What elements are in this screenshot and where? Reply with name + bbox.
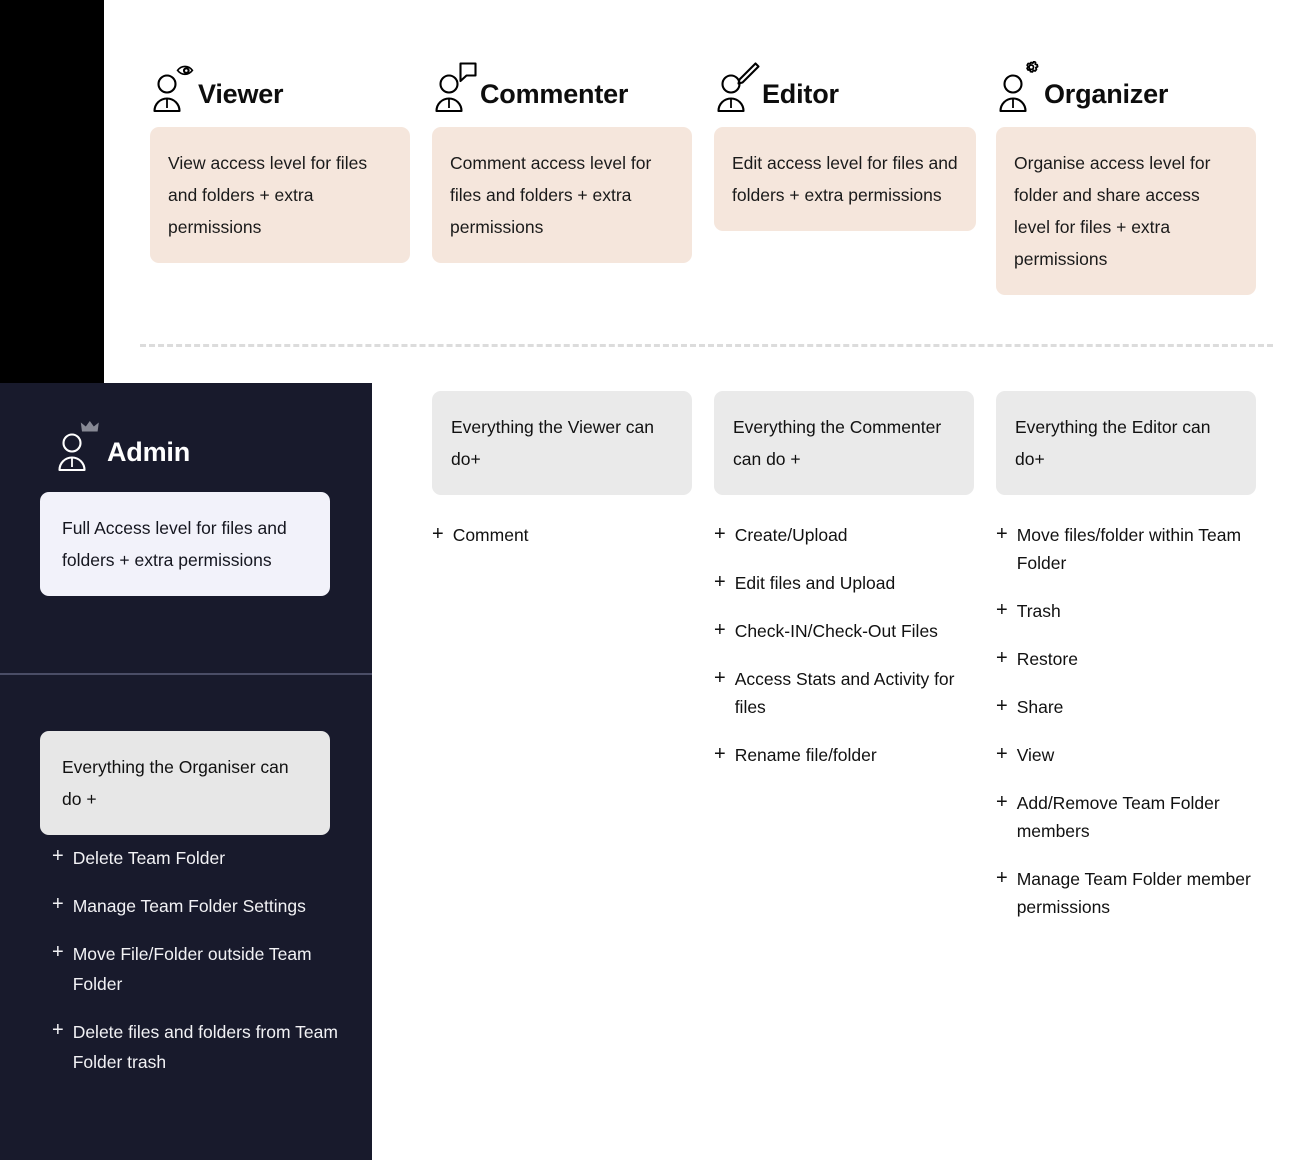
role-title: Organizer: [1044, 79, 1169, 109]
plus-icon: +: [996, 867, 1008, 889]
role-column-commenter: Commenter Comment access level for files…: [432, 55, 692, 263]
role-column-viewer: Viewer View access level for files and f…: [150, 55, 410, 263]
permission-item: + Manage Team Folder member permissions: [996, 865, 1256, 921]
plus-icon: +: [52, 845, 64, 867]
permission-item: + Move File/Folder outside Team Folder: [52, 939, 362, 999]
role-header-organizer: Organizer: [996, 55, 1256, 113]
person-crown-icon: [55, 420, 101, 472]
admin-header: Admin: [55, 416, 190, 472]
admin-section-divider: [0, 673, 372, 675]
permission-label: Access Stats and Activity for files: [734, 669, 955, 717]
permission-item: + Access Stats and Activity for files: [714, 665, 974, 721]
permission-item: + Delete Team Folder: [52, 843, 362, 873]
role-title: Editor: [762, 79, 839, 109]
permission-item: + Trash: [996, 597, 1256, 625]
plus-icon: +: [52, 893, 64, 915]
role-description: Organise access level for folder and sha…: [996, 127, 1256, 295]
admin-title: Admin: [107, 437, 190, 467]
permission-item: + Manage Team Folder Settings: [52, 891, 362, 921]
permission-label: Trash: [1016, 601, 1061, 621]
permission-label: Edit files and Upload: [734, 573, 896, 593]
person-eye-icon: [150, 61, 196, 113]
admin-description: Full Access level for files and folders …: [40, 492, 330, 596]
plus-icon: +: [996, 647, 1008, 669]
permission-column-editor: Everything the Commenter can do + + Crea…: [714, 391, 974, 789]
plus-icon: +: [996, 599, 1008, 621]
permission-column-commenter: Everything the Viewer can do+ + Comment: [432, 391, 692, 569]
plus-icon: +: [714, 619, 726, 641]
person-gear-icon: [996, 60, 1042, 113]
permission-label: Comment: [452, 525, 529, 545]
role-title: Viewer: [198, 79, 284, 109]
role-header-editor: Editor: [714, 55, 976, 113]
permission-list: + Comment: [432, 521, 692, 549]
role-title: Commenter: [480, 79, 629, 109]
plus-icon: +: [714, 743, 726, 765]
plus-icon: +: [714, 571, 726, 593]
person-comment-icon: [432, 61, 478, 113]
permission-label: Rename file/folder: [734, 745, 877, 765]
role-description: View access level for files and folders …: [150, 127, 410, 263]
plus-icon: +: [996, 695, 1008, 717]
permission-item: + Create/Upload: [714, 521, 974, 549]
permission-banner: Everything the Viewer can do+: [432, 391, 692, 495]
section-dashed-divider: [140, 344, 1273, 347]
plus-icon: +: [714, 523, 726, 545]
plus-icon: +: [52, 1019, 64, 1041]
admin-permission-list: + Delete Team Folder + Manage Team Folde…: [52, 843, 362, 1095]
plus-icon: +: [52, 941, 64, 963]
permission-column-organizer: Everything the Editor can do+ + Move fil…: [996, 391, 1256, 941]
plus-icon: +: [714, 667, 726, 689]
permission-label: View: [1016, 745, 1055, 765]
permission-banner: Everything the Editor can do+: [996, 391, 1256, 495]
permission-label: Create/Upload: [734, 525, 848, 545]
permission-item: + Edit files and Upload: [714, 569, 974, 597]
plus-icon: +: [432, 523, 444, 545]
permission-item: + Share: [996, 693, 1256, 721]
permission-label: Delete Team Folder: [72, 848, 226, 868]
permission-label: Delete files and folders from Team Folde…: [72, 1022, 338, 1072]
permission-item: + Add/Remove Team Folder members: [996, 789, 1256, 845]
permission-item: + Comment: [432, 521, 692, 549]
plus-icon: +: [996, 791, 1008, 813]
permission-label: Share: [1016, 697, 1064, 717]
permission-label: Restore: [1016, 649, 1078, 669]
admin-panel-content: Admin Full Access level for files and fo…: [0, 383, 372, 1160]
permission-banner: Everything the Commenter can do +: [714, 391, 974, 495]
permission-label: Add/Remove Team Folder members: [1016, 793, 1220, 841]
person-pencil-icon: [714, 61, 760, 113]
permission-item: + Check-IN/Check-Out Files: [714, 617, 974, 645]
permission-label: Move files/folder within Team Folder: [1016, 525, 1242, 573]
plus-icon: +: [996, 743, 1008, 765]
role-description: Comment access level for files and folde…: [432, 127, 692, 263]
permission-item: + Rename file/folder: [714, 741, 974, 769]
permission-item: + Restore: [996, 645, 1256, 673]
permission-item: + Delete files and folders from Team Fol…: [52, 1017, 362, 1077]
role-column-organizer: Organizer Organise access level for fold…: [996, 55, 1256, 295]
role-description: Edit access level for files and folders …: [714, 127, 976, 231]
admin-banner: Everything the Organiser can do +: [40, 731, 330, 835]
permission-label: Manage Team Folder Settings: [72, 896, 306, 916]
role-header-viewer: Viewer: [150, 55, 410, 113]
role-column-editor: Editor Edit access level for files and f…: [714, 55, 976, 231]
permission-list: + Move files/folder within Team Folder +…: [996, 521, 1256, 921]
permission-label: Manage Team Folder member permissions: [1016, 869, 1251, 917]
role-header-commenter: Commenter: [432, 55, 692, 113]
permission-list: + Create/Upload + Edit files and Upload …: [714, 521, 974, 769]
plus-icon: +: [996, 523, 1008, 545]
permission-label: Check-IN/Check-Out Files: [734, 621, 938, 641]
permission-item: + View: [996, 741, 1256, 769]
permission-label: Move File/Folder outside Team Folder: [72, 944, 312, 994]
permission-item: + Move files/folder within Team Folder: [996, 521, 1256, 577]
roles-row: Viewer View access level for files and f…: [0, 0, 1302, 330]
permissions-diagram: Viewer View access level for files and f…: [0, 0, 1302, 1160]
